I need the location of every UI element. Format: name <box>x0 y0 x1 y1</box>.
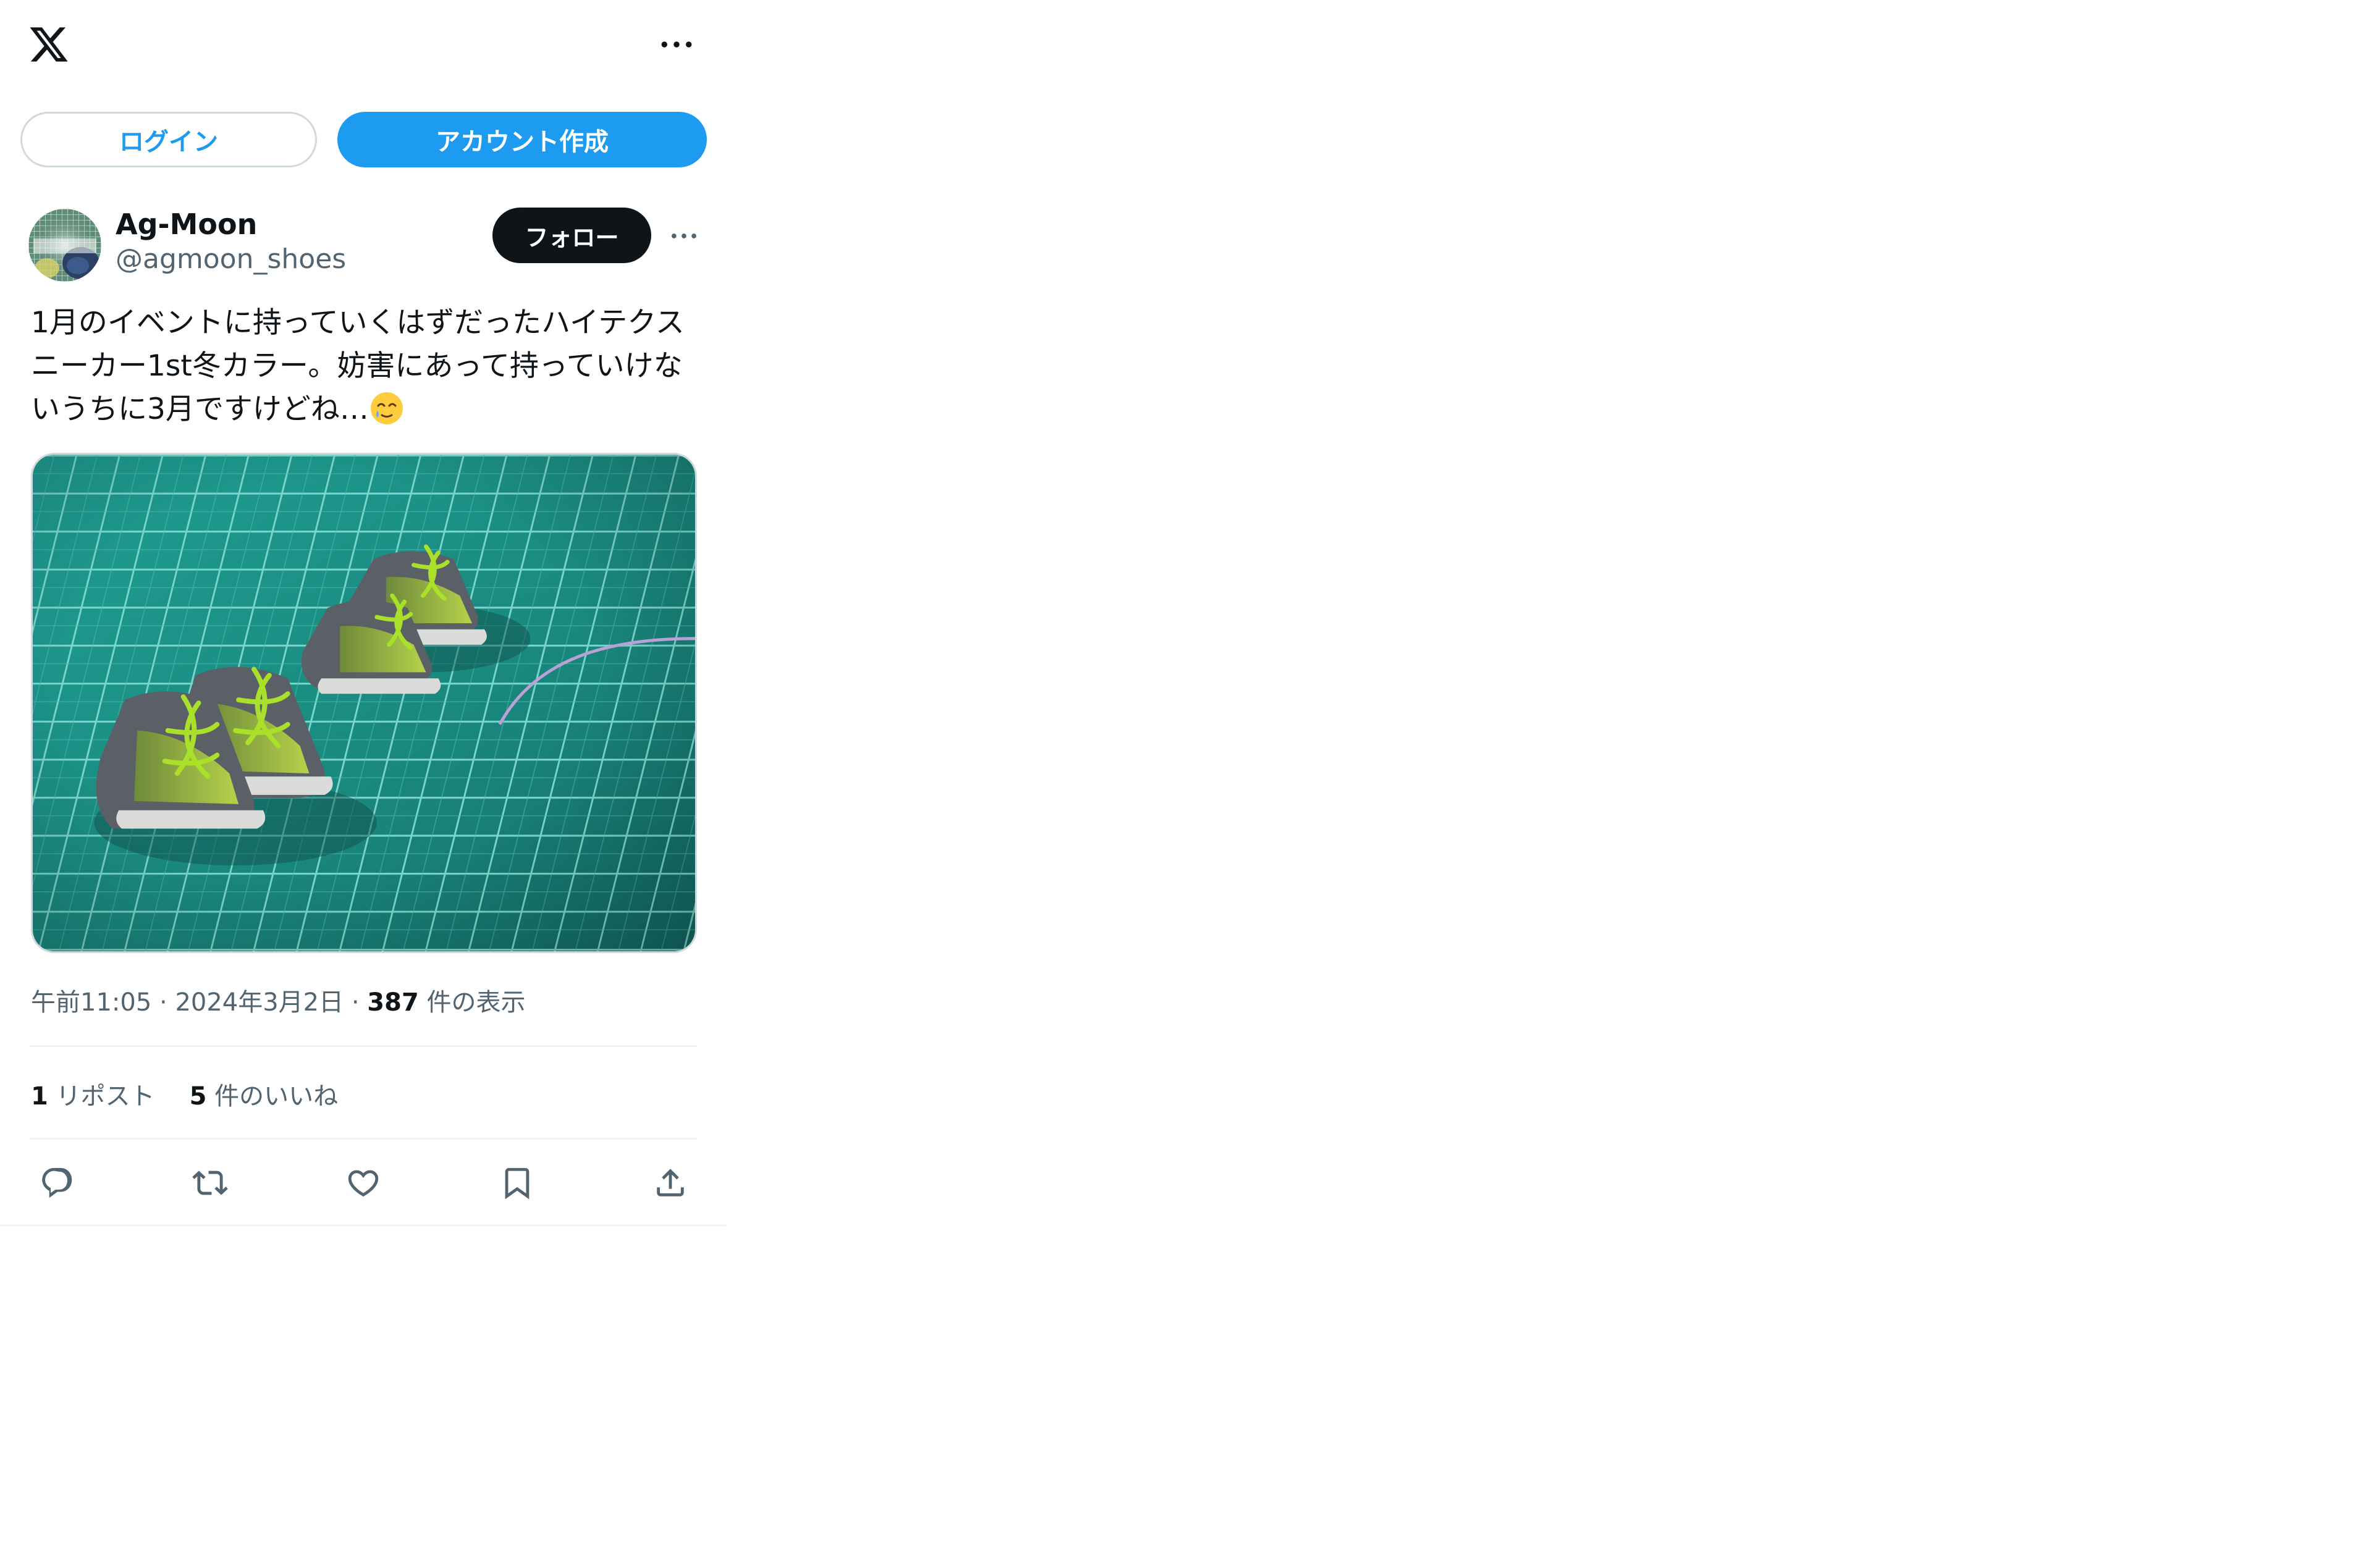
likes-label: 件のいいね <box>214 1082 339 1111</box>
meta-separator: · <box>344 988 368 1017</box>
tweet-stats: 1 リポスト 5 件のいいね <box>31 1076 338 1112</box>
tweet-meta: 午前11:05 · 2024年3月2日 · 387 件の表示 <box>31 982 526 1018</box>
login-button[interactable]: ログイン <box>20 112 317 167</box>
views-count: 387 <box>367 988 419 1017</box>
reposts-stat[interactable]: 1 リポスト <box>31 1082 155 1111</box>
tweet-more-icon[interactable] <box>669 222 699 250</box>
avatar[interactable] <box>28 209 101 282</box>
tweet-text-content: 1月のイベントに持っていくはずだったハイテクスニーカー1st冬カラー。妨害にあっ… <box>31 306 685 426</box>
reposts-label: リポスト <box>56 1082 155 1111</box>
tweet-date[interactable]: 2024年3月2日 <box>175 988 344 1017</box>
repost-button[interactable] <box>188 1161 232 1205</box>
bookmark-icon <box>505 1167 530 1200</box>
face-holding-back-tears-icon <box>369 389 405 425</box>
share-icon <box>657 1169 684 1196</box>
x-logo-icon[interactable] <box>28 23 70 65</box>
divider <box>30 1138 697 1140</box>
sneakers-photo-image <box>33 455 695 951</box>
meta-separator: · <box>151 988 175 1017</box>
tweet-embed: ログイン アカウント作成 Ag-Moon @agmoon_shoes フォロー … <box>0 0 726 1226</box>
bookmark-button[interactable] <box>496 1161 539 1205</box>
views-label: 件の表示 <box>426 988 526 1017</box>
create-account-button[interactable]: アカウント作成 <box>337 112 707 167</box>
divider <box>30 1045 697 1047</box>
reposts-count: 1 <box>31 1082 48 1111</box>
reply-button[interactable] <box>36 1161 79 1205</box>
more-horizontal-icon[interactable] <box>655 31 698 58</box>
share-button[interactable] <box>649 1161 692 1205</box>
like-button[interactable] <box>342 1161 385 1205</box>
top-bar <box>0 0 726 93</box>
author-name[interactable]: Ag-Moon <box>116 208 257 241</box>
repost-icon <box>192 1171 228 1195</box>
reply-icon <box>42 1167 72 1198</box>
page: ログイン アカウント作成 Ag-Moon @agmoon_shoes フォロー … <box>0 0 2380 1564</box>
tweet-text: 1月のイベントに持っていくはずだったハイテクスニーカー1st冬カラー。妨害にあっ… <box>31 301 704 431</box>
tweet-time[interactable]: 午前11:05 <box>31 988 151 1017</box>
author-handle[interactable]: @agmoon_shoes <box>116 243 346 275</box>
likes-stat[interactable]: 5 件のいいね <box>190 1082 339 1111</box>
tweet-photo[interactable] <box>31 453 697 953</box>
likes-count: 5 <box>189 1082 207 1111</box>
follow-button[interactable]: フォロー <box>492 208 651 263</box>
like-icon <box>348 1170 379 1197</box>
